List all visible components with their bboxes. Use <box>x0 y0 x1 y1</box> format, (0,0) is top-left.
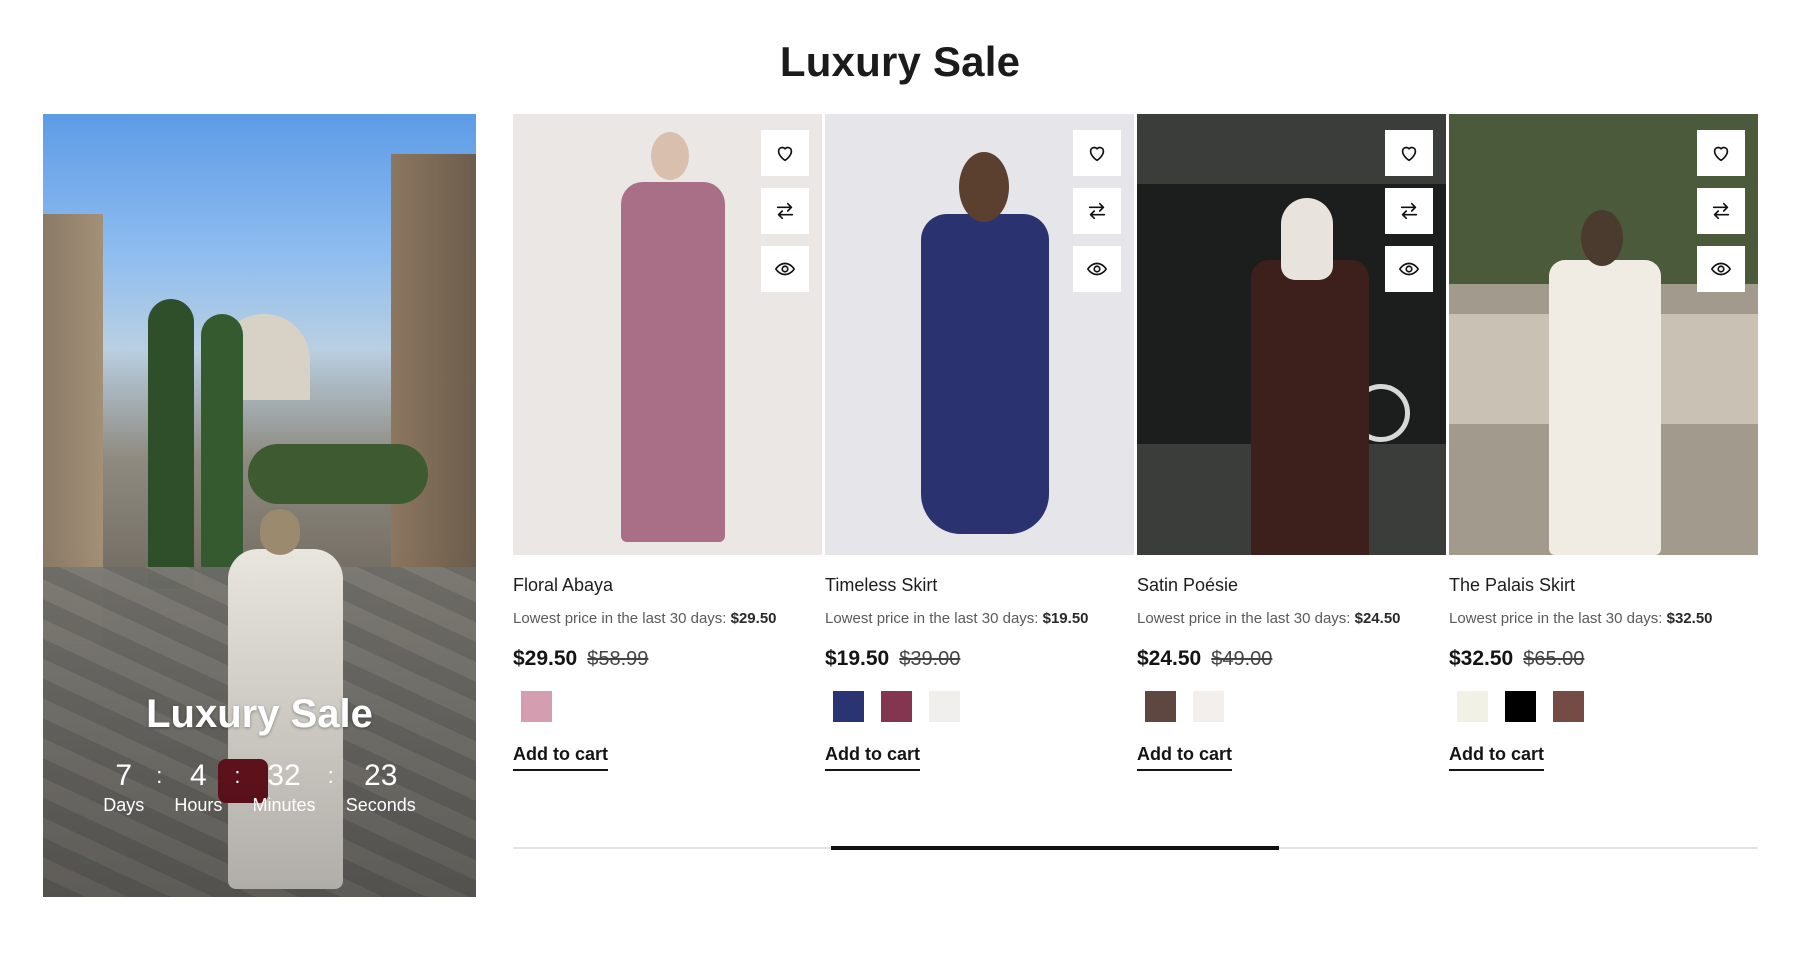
eye-icon <box>774 262 796 276</box>
compare-button[interactable] <box>761 188 809 234</box>
quick-view-button[interactable] <box>1073 246 1121 292</box>
carousel-scrollbar-thumb[interactable] <box>831 846 1280 850</box>
product-image[interactable] <box>513 114 822 555</box>
promo-banner[interactable]: Luxury Sale 7 Days : 4 Hours : 32 Minute… <box>43 114 476 897</box>
quick-view-button[interactable] <box>1697 246 1745 292</box>
product-actions <box>1385 130 1433 292</box>
color-swatch[interactable] <box>521 691 552 722</box>
compare-arrows-icon <box>1712 202 1730 220</box>
color-swatch[interactable] <box>1145 691 1176 722</box>
product-actions <box>1697 130 1745 292</box>
product-image[interactable] <box>825 114 1134 555</box>
lowest-price-note: Lowest price in the last 30 days: $32.50 <box>1449 610 1713 627</box>
product-card: Floral Abaya Lowest price in the last 30… <box>513 114 822 771</box>
countdown-separator: : <box>327 763 334 788</box>
sale-price: $19.50 <box>825 647 890 670</box>
product-price: $19.50 $39.00 <box>825 647 1134 671</box>
quick-view-button[interactable] <box>1385 246 1433 292</box>
wishlist-button[interactable] <box>1697 130 1745 176</box>
eye-icon <box>1086 262 1108 276</box>
carousel-scrollbar[interactable] <box>513 846 1758 850</box>
wishlist-button[interactable] <box>1073 130 1121 176</box>
quick-view-button[interactable] <box>761 246 809 292</box>
add-to-cart-button[interactable]: Add to cart <box>1137 744 1233 771</box>
sale-price: $24.50 <box>1137 647 1202 670</box>
product-name[interactable]: The Palais Skirt <box>1449 575 1758 596</box>
promo-title: Luxury Sale <box>146 692 373 736</box>
product-card: The Palais Skirt Lowest price in the las… <box>1449 114 1758 771</box>
lowest-price-note: Lowest price in the last 30 days: $29.50 <box>513 610 777 627</box>
color-swatches <box>825 691 1134 722</box>
product-name[interactable]: Satin Poésie <box>1137 575 1446 596</box>
product-photo-model <box>613 132 733 542</box>
sale-price: $32.50 <box>1449 647 1514 670</box>
color-swatch[interactable] <box>1505 691 1536 722</box>
product-price: $24.50 $49.00 <box>1137 647 1446 671</box>
product-image[interactable] <box>1137 114 1446 555</box>
add-to-cart-button[interactable]: Add to cart <box>513 744 609 771</box>
original-price: $49.00 <box>1211 648 1273 670</box>
original-price: $39.00 <box>899 648 961 670</box>
eye-icon <box>1710 262 1732 276</box>
lowest-price-note: Lowest price in the last 30 days: $24.50 <box>1137 610 1401 627</box>
compare-arrows-icon <box>1400 202 1418 220</box>
heart-icon <box>1401 146 1417 162</box>
color-swatches <box>1449 691 1758 722</box>
countdown-timer: 7 Days : 4 Hours : 32 Minutes : 23 Secon… <box>43 759 476 816</box>
countdown-days: 7 Days <box>103 759 145 815</box>
countdown-hours: 4 Hours <box>174 759 223 815</box>
color-swatch[interactable] <box>929 691 960 722</box>
compare-arrows-icon <box>776 202 794 220</box>
product-image[interactable] <box>1449 114 1758 555</box>
color-swatch[interactable] <box>1193 691 1224 722</box>
heart-icon <box>1713 146 1729 162</box>
color-swatches <box>513 691 822 722</box>
product-card: Timeless Skirt Lowest price in the last … <box>825 114 1134 771</box>
product-name[interactable]: Timeless Skirt <box>825 575 1134 596</box>
product-carousel: Floral Abaya Lowest price in the last 30… <box>513 114 1758 814</box>
heart-icon <box>777 146 793 162</box>
color-swatches <box>1137 691 1446 722</box>
product-photo-model <box>915 152 1055 552</box>
product-price: $29.50 $58.99 <box>513 647 822 671</box>
section-title: Luxury Sale <box>779 38 1021 85</box>
product-actions <box>761 130 809 292</box>
countdown-separator: : <box>156 763 163 788</box>
product-photo-model <box>1247 198 1372 555</box>
compare-button[interactable] <box>1073 188 1121 234</box>
product-card: Satin Poésie Lowest price in the last 30… <box>1137 114 1446 771</box>
countdown-separator: : <box>234 763 241 788</box>
countdown-seconds: 23 Seconds <box>345 759 416 815</box>
eye-icon <box>1398 262 1420 276</box>
lowest-price-note: Lowest price in the last 30 days: $19.50 <box>825 610 1089 627</box>
compare-button[interactable] <box>1385 188 1433 234</box>
product-actions <box>1073 130 1121 292</box>
countdown-minutes: 32 Minutes <box>252 759 316 815</box>
add-to-cart-button[interactable]: Add to cart <box>825 744 921 771</box>
product-name[interactable]: Floral Abaya <box>513 575 822 596</box>
color-swatch[interactable] <box>1553 691 1584 722</box>
wishlist-button[interactable] <box>761 130 809 176</box>
sale-price: $29.50 <box>513 647 578 670</box>
heart-icon <box>1089 146 1105 162</box>
color-swatch[interactable] <box>881 691 912 722</box>
product-photo-model <box>1545 210 1665 555</box>
wishlist-button[interactable] <box>1385 130 1433 176</box>
add-to-cart-button[interactable]: Add to cart <box>1449 744 1545 771</box>
color-swatch[interactable] <box>1457 691 1488 722</box>
compare-arrows-icon <box>1088 202 1106 220</box>
original-price: $58.99 <box>587 648 649 670</box>
color-swatch[interactable] <box>833 691 864 722</box>
compare-button[interactable] <box>1697 188 1745 234</box>
original-price: $65.00 <box>1523 648 1585 670</box>
product-price: $32.50 $65.00 <box>1449 647 1758 671</box>
